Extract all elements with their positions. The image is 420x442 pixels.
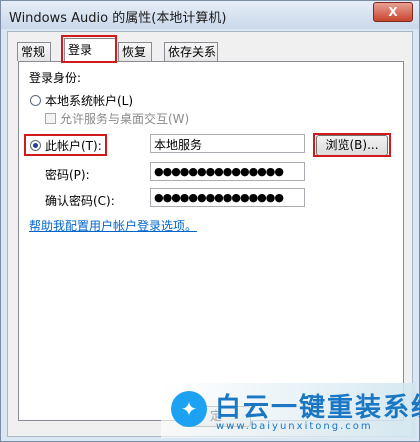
password-input[interactable]: ●●●●●●●●●●●●●●● [150,162,305,181]
tab-recovery[interactable]: 恢复 [118,42,152,61]
password-value: ●●●●●●●●●●●●●●● [154,165,284,178]
confirm-password-value: ●●●●●●●●●●●●●●● [154,191,284,204]
watermark: ✦ 白云一键重装系统 www.baiyunxitong.com [161,383,420,438]
watermark-url: www.baiyunxitong.com [216,421,373,432]
highlight-browse [313,133,391,157]
account-value: 本地服务 [154,138,203,152]
help-link[interactable]: 帮助我配置用户帐户登录选项。 [29,217,197,234]
bird-icon: ✦ [171,391,207,427]
account-input[interactable]: 本地服务 [150,134,305,153]
allow-desktop-checkbox[interactable] [45,113,56,124]
local-system-radio[interactable] [30,95,41,106]
watermark-text: 白云一键重装系统 [215,393,420,423]
highlight-this-account [24,134,107,156]
tab-dependencies[interactable]: 依存关系 [164,42,218,61]
confirm-password-input[interactable]: ●●●●●●●●●●●●●●● [150,188,305,207]
highlight-logon-tab [61,35,117,63]
title-bar[interactable]: Windows Audio 的属性(本地计算机) X [1,1,419,29]
local-system-label: 本地系统帐户(L) [45,94,134,108]
password-label: 密码(P): [45,168,90,182]
window-title: Windows Audio 的属性(本地计算机) [9,11,227,26]
logon-as-label: 登录身份: [29,71,82,85]
properties-dialog: Windows Audio 的属性(本地计算机) X 常规 登录 恢复 依存关系… [0,0,420,442]
confirm-password-label: 确认密码(C): [45,194,115,208]
tab-general[interactable]: 常规 [17,42,51,61]
close-button[interactable]: X [373,2,413,22]
allow-desktop-label: 允许服务与桌面交互(W) [60,112,190,126]
